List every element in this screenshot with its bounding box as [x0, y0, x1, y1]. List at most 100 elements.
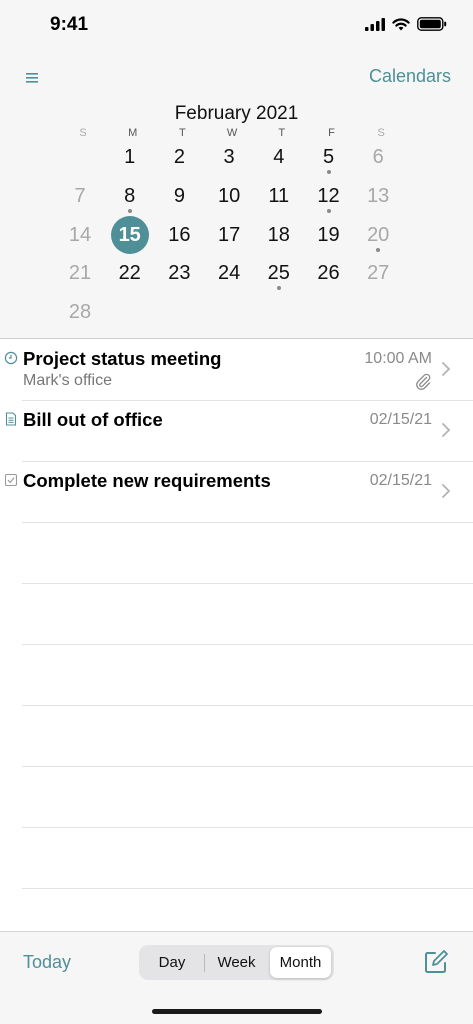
event-time: 10:00 AM — [364, 350, 432, 367]
event-title: Complete new requirements — [23, 470, 271, 491]
calendar-day[interactable]: 7 — [58, 179, 102, 217]
battery-icon — [417, 17, 447, 31]
calendar-day-number: 9 — [173, 184, 185, 207]
calendar-day[interactable]: 25 — [257, 256, 301, 294]
calendar-day-number: 12 — [317, 184, 340, 207]
calendar-day[interactable]: 20 — [356, 218, 400, 256]
calendar-day[interactable]: 8 — [108, 179, 152, 217]
event-row[interactable]: Complete new requirements 02/15/21 — [0, 462, 473, 523]
calendar-day-number: 15 — [110, 215, 149, 254]
weekday-header-row: SMTWTFS — [61, 127, 409, 141]
compose-icon — [425, 950, 448, 973]
view-option-day[interactable]: Day — [141, 947, 203, 978]
calendar-day-number: 1 — [124, 146, 136, 168]
calendar-day-number: 8 — [124, 184, 136, 207]
calendar-day-number: 3 — [223, 146, 235, 168]
calendar-day[interactable]: 28 — [58, 295, 102, 333]
calendar-day-number: 7 — [74, 184, 86, 207]
calendar-day[interactable]: 3 — [207, 140, 251, 178]
calendar-day[interactable]: 6 — [356, 140, 400, 178]
calendar-day[interactable]: 1 — [108, 140, 152, 178]
calendar-day-number: 4 — [273, 146, 285, 168]
event-indicator-dot — [376, 247, 381, 252]
calendar-day[interactable]: 13 — [356, 179, 400, 217]
segment-divider — [204, 954, 205, 972]
view-option-month[interactable]: Month — [270, 947, 331, 978]
calendar-day[interactable]: 27 — [356, 256, 400, 294]
calendar-day[interactable]: 2 — [157, 140, 201, 178]
event-title: Project status meeting — [23, 348, 222, 369]
event-indicator-dot — [326, 208, 331, 213]
event-time: 02/15/21 — [369, 472, 432, 489]
calendar-day[interactable]: 10 — [207, 179, 251, 217]
today-button[interactable]: Today — [23, 952, 71, 973]
calendar-day-number: 6 — [372, 146, 384, 168]
calendar-day-number: 17 — [217, 223, 241, 246]
weekday-label: F — [328, 127, 335, 139]
event-row[interactable]: Bill out of office 02/15/21 — [0, 401, 473, 462]
paperclip-icon — [414, 372, 432, 390]
event-location: Mark's office — [23, 372, 113, 389]
weekday-label: S — [377, 127, 385, 139]
status-icons — [365, 17, 447, 31]
calendar-day[interactable]: 16 — [157, 218, 201, 256]
calendar-day[interactable]: 9 — [157, 179, 201, 217]
calendar-day[interactable]: 11 — [257, 179, 301, 217]
bottom-toolbar: Today Day Week Month — [0, 931, 473, 1024]
calendar-day[interactable]: 19 — [307, 218, 351, 256]
calendar-day-selected[interactable]: 15 — [108, 215, 152, 256]
compose-button[interactable] — [423, 949, 449, 975]
empty-row-divider — [22, 827, 473, 828]
empty-row-divider — [22, 705, 473, 706]
empty-row-divider — [22, 766, 473, 767]
hamburger-icon — [26, 73, 38, 83]
calendar-day-number: 20 — [367, 223, 390, 246]
calendar-day-number: 14 — [68, 223, 92, 246]
checkbox-icon — [4, 473, 18, 487]
event-title: Bill out of office — [23, 409, 163, 430]
calendar-day-number: 10 — [217, 184, 241, 207]
event-time: 02/15/21 — [369, 411, 432, 428]
calendar-day-number: 11 — [268, 184, 290, 207]
calendar-day[interactable]: 14 — [58, 218, 102, 256]
calendar-day[interactable]: 4 — [257, 140, 301, 178]
menu-button[interactable] — [26, 68, 48, 88]
calendar-day-number: 21 — [68, 262, 92, 285]
view-option-week[interactable]: Week — [205, 947, 268, 978]
calendar-day[interactable]: 24 — [207, 256, 251, 294]
cellular-signal-icon — [365, 17, 385, 31]
calendar-day-number: 28 — [68, 301, 92, 324]
event-indicator-dot — [326, 170, 331, 174]
clock-icon — [4, 351, 18, 365]
calendar-day-number: 27 — [367, 262, 390, 285]
calendar-day[interactable]: 17 — [207, 218, 251, 256]
calendar-header-area: 9:41 Calendars February 2021 S M T W T F… — [0, 0, 473, 339]
weekday-label: W — [226, 127, 238, 139]
calendar-day-number: 18 — [267, 223, 290, 246]
calendar-day-number: 2 — [173, 146, 185, 168]
calendar-day-number: 25 — [267, 262, 290, 285]
calendar-day[interactable]: 21 — [58, 256, 102, 294]
calendar-day[interactable]: 22 — [108, 256, 152, 294]
chevron-right-icon — [441, 361, 451, 377]
calendar-day[interactable]: 18 — [257, 218, 301, 256]
weekday-label: T — [278, 127, 286, 139]
chevron-right-icon — [441, 422, 451, 438]
calendar-day-number: 5 — [322, 146, 335, 168]
nav-bar: Calendars — [0, 60, 473, 96]
calendars-button[interactable]: Calendars — [369, 66, 451, 87]
calendar-day-number: 24 — [217, 262, 241, 285]
note-icon — [4, 412, 18, 426]
calendar-day[interactable]: 26 — [307, 256, 351, 294]
empty-row-divider — [22, 583, 473, 584]
view-segmented-control: Day Week Month — [139, 945, 334, 980]
event-row[interactable]: Project status meeting Mark's office 10:00… — [0, 340, 473, 401]
calendar-day[interactable]: 5 — [307, 140, 351, 178]
calendar-day[interactable]: 12 — [307, 179, 351, 217]
event-indicator-dot — [127, 208, 132, 213]
calendar-day-number: 16 — [168, 223, 191, 246]
calendar-day[interactable]: 23 — [157, 256, 201, 294]
wifi-icon — [392, 17, 410, 30]
weekday-label: T — [179, 127, 186, 139]
row-divider — [22, 522, 473, 523]
